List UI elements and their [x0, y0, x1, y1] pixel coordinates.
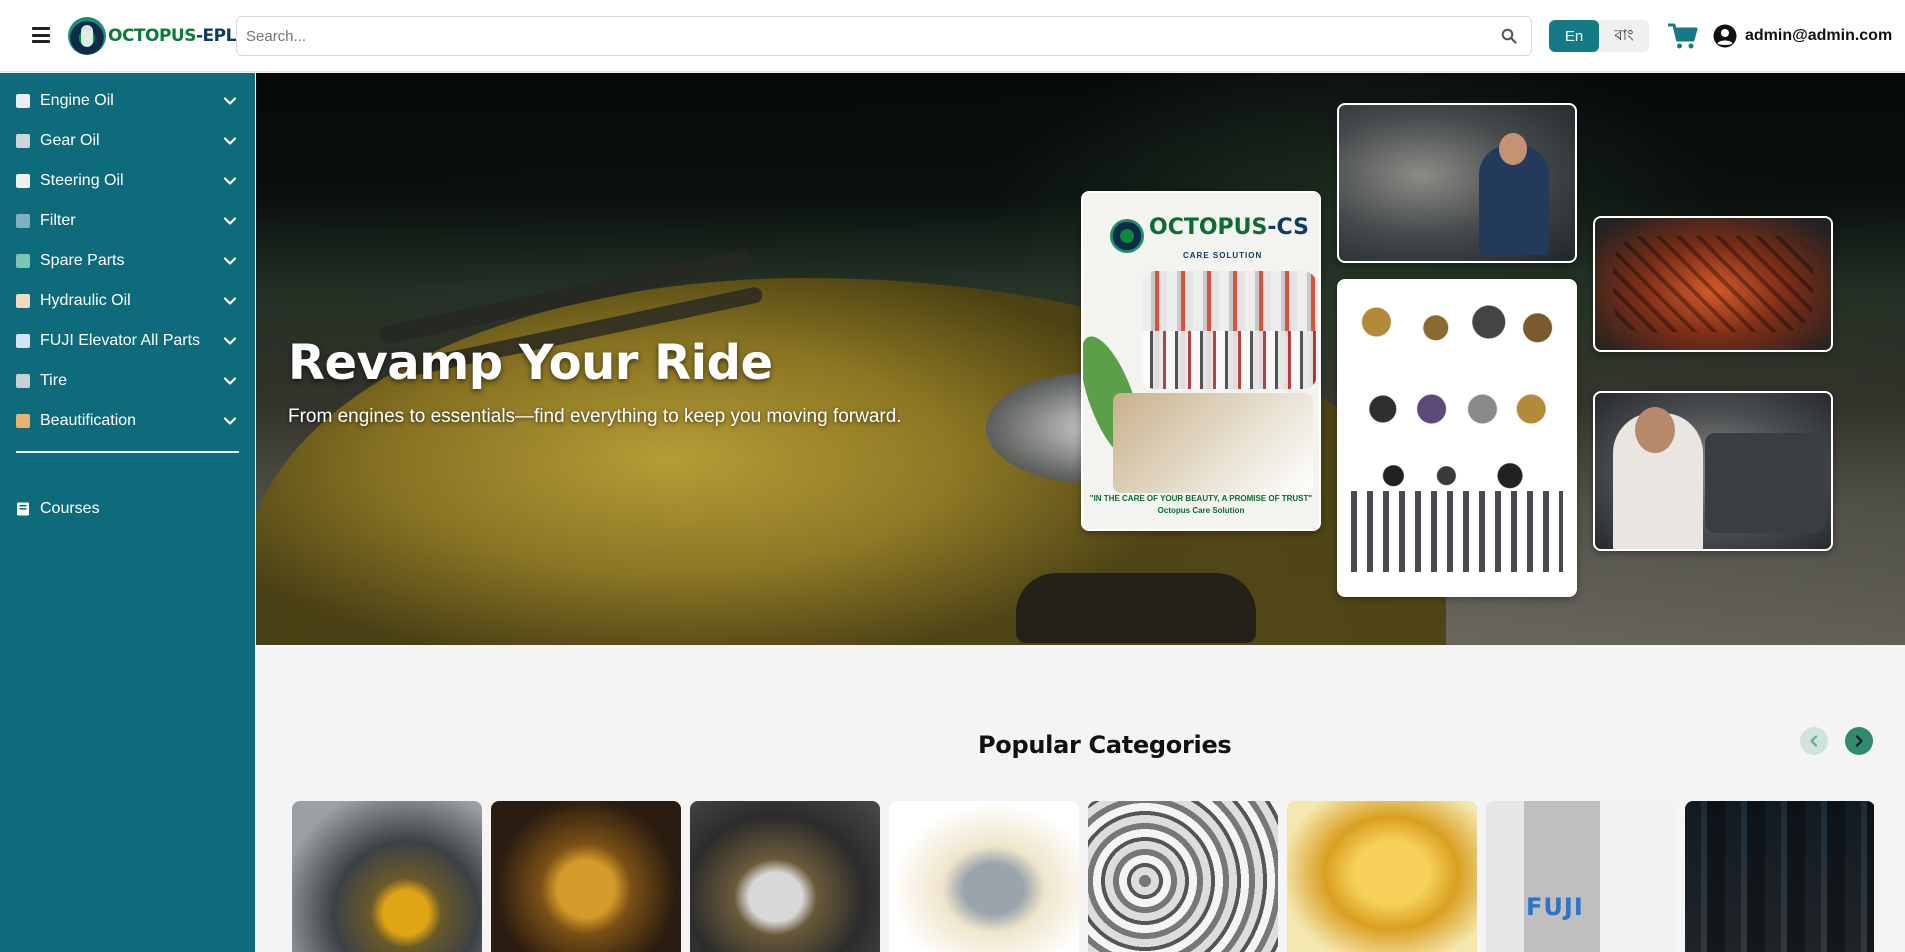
injector-parts-image[interactable] [1337, 279, 1577, 597]
sidebar-item-courses[interactable]: Courses [0, 489, 255, 529]
chevron-down-icon[interactable] [223, 94, 237, 108]
category-carousel: FUJI [292, 801, 1874, 952]
sidebar-item-tire[interactable]: Tire [0, 361, 255, 401]
category-thumbnail-icon [16, 134, 30, 148]
chevron-down-icon[interactable] [223, 334, 237, 348]
sidebar-item-label: Hydraulic Oil [40, 292, 131, 309]
category-thumbnail-icon [16, 414, 30, 428]
category-card-engine-oil[interactable] [292, 801, 482, 952]
sidebar-item-label: Filter [40, 212, 76, 229]
sidebar-item-engine-oil[interactable]: Engine Oil [0, 81, 255, 121]
category-sidebar: Engine Oil Gear Oil Steering Oil Filter Spar… [0, 73, 255, 952]
sidebar-item-label: Gear Oil [40, 132, 100, 149]
sidebar-divider [16, 451, 239, 453]
user-circle-icon [1713, 24, 1737, 48]
cart-icon[interactable] [1668, 22, 1698, 50]
book-icon [17, 502, 29, 516]
jet-engine-technician-image[interactable] [1337, 103, 1577, 263]
category-thumbnail-icon [16, 174, 30, 188]
mechanic-engine-image[interactable] [1593, 391, 1833, 551]
language-switch: En বাং [1549, 20, 1649, 52]
search-input[interactable] [237, 17, 1477, 55]
sidebar-item-beautification[interactable]: Beautification [0, 401, 255, 441]
hero-banner: Revamp Your Ride From engines to essenti… [256, 73, 1905, 645]
popular-categories-title: Popular Categories [978, 731, 1232, 759]
promo-quote: "IN THE CARE OF YOUR BEAUTY, A PROMISE O… [1089, 494, 1313, 515]
search-bar [236, 16, 1532, 56]
top-header: OCTOPUS-EPL En বাং admin@admin.com [0, 0, 1905, 72]
chevron-down-icon[interactable] [223, 374, 237, 388]
sidebar-item-hydraulic-oil[interactable]: Hydraulic Oil [0, 281, 255, 321]
chevron-down-icon[interactable] [223, 214, 237, 228]
sidebar-item-label: FUJI Elevator All Parts [40, 332, 201, 349]
category-thumbnail-icon [16, 214, 30, 228]
sidebar-item-spare-parts[interactable]: Spare Parts [0, 241, 255, 281]
site-logo[interactable]: OCTOPUS-EPL [68, 15, 236, 57]
chevron-left-icon [1810, 735, 1818, 747]
sidebar-item-label: Tire [40, 372, 67, 389]
sidebar-item-label: Courses [40, 500, 100, 517]
lang-en-button[interactable]: En [1549, 20, 1599, 52]
logo-text: OCTOPUS-EPL [108, 26, 236, 46]
hero-title: Revamp Your Ride [288, 335, 773, 391]
sidebar-item-label: Spare Parts [40, 252, 125, 269]
octopus-logo-icon [1110, 219, 1144, 253]
category-card-steering-oil[interactable] [690, 801, 880, 952]
hero-subtitle: From engines to essentials—find everythi… [288, 406, 902, 427]
category-thumbnail-icon [16, 334, 30, 348]
chevron-down-icon[interactable] [223, 254, 237, 268]
hamburger-menu-icon[interactable] [32, 26, 50, 44]
category-thumbnail-icon [16, 254, 30, 268]
chevron-down-icon[interactable] [223, 414, 237, 428]
chevron-down-icon[interactable] [223, 294, 237, 308]
fuji-logo-text: FUJI [1526, 893, 1584, 921]
category-thumbnail-icon [16, 294, 30, 308]
care-solution-promo-image[interactable]: OCTOPUS-CS CARE SOLUTION "IN THE CARE OF… [1081, 191, 1321, 531]
category-card-tire[interactable] [1685, 801, 1874, 952]
category-card-spare-parts[interactable] [1088, 801, 1278, 952]
category-thumbnail-icon [16, 94, 30, 108]
category-card-fuji-elevator-all-parts[interactable]: FUJI [1486, 801, 1676, 952]
sidebar-item-fuji-elevator-all-parts[interactable]: FUJI Elevator All Parts [0, 321, 255, 361]
user-email: admin@admin.com [1745, 27, 1893, 44]
lang-bn-button[interactable]: বাং [1599, 20, 1649, 52]
carousel-prev-button[interactable] [1800, 727, 1828, 755]
sidebar-item-steering-oil[interactable]: Steering Oil [0, 161, 255, 201]
category-thumbnail-icon [16, 374, 30, 388]
sidebar-item-label: Engine Oil [40, 92, 114, 109]
chevron-right-icon [1855, 735, 1863, 747]
sidebar-list: Engine Oil Gear Oil Steering Oil Filter Spar… [0, 73, 255, 441]
category-card-filter[interactable] [889, 801, 1079, 952]
promo-logo-text: OCTOPUS-CS [1149, 215, 1309, 240]
promo-subtitle: CARE SOLUTION [1183, 251, 1263, 260]
octopus-logo-icon [68, 17, 106, 55]
car-engine-image[interactable] [1593, 216, 1833, 352]
chevron-down-icon[interactable] [223, 134, 237, 148]
user-menu[interactable]: admin@admin.com [1713, 24, 1892, 48]
sidebar-item-label: Steering Oil [40, 172, 124, 189]
sidebar-item-filter[interactable]: Filter [0, 201, 255, 241]
sidebar-item-label: Beautification [40, 412, 137, 429]
search-icon[interactable] [1501, 28, 1517, 44]
sidebar-item-gear-oil[interactable]: Gear Oil [0, 121, 255, 161]
category-card-gear-oil[interactable] [491, 801, 681, 952]
category-card-hydraulic-oil[interactable] [1287, 801, 1477, 952]
carousel-next-button[interactable] [1845, 727, 1873, 755]
chevron-down-icon[interactable] [223, 174, 237, 188]
